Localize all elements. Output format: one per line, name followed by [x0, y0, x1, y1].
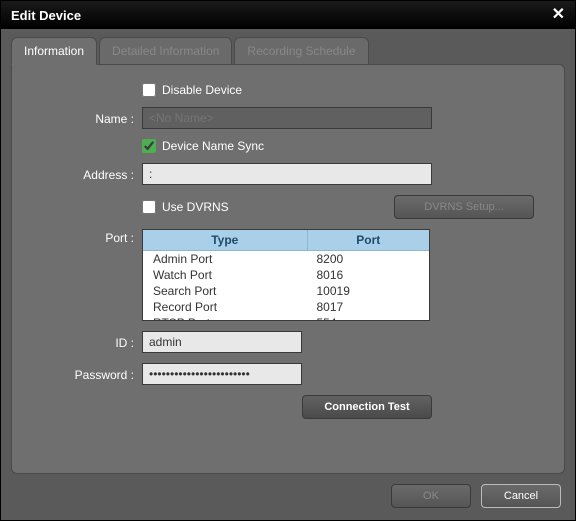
tab-information[interactable]: Information [11, 37, 97, 65]
port-row-port: 8017 [307, 299, 430, 315]
port-row-type: Watch Port [143, 267, 307, 283]
port-row-type: RTSP Port [143, 315, 307, 320]
address-input[interactable] [142, 163, 432, 185]
port-header-type[interactable]: Type [143, 230, 308, 250]
disable-device-input[interactable] [142, 83, 156, 97]
use-dvrns-label: Use DVRNS [162, 200, 229, 214]
table-row[interactable]: RTSP Port 554 [143, 315, 429, 320]
close-icon[interactable]: ✕ [552, 7, 565, 23]
port-header-port[interactable]: Port [308, 230, 429, 250]
disable-device-checkbox[interactable]: Disable Device [142, 83, 242, 97]
table-row[interactable]: Search Port 10019 [143, 283, 429, 299]
device-name-sync-label: Device Name Sync [162, 139, 264, 153]
use-dvrns-input[interactable] [142, 200, 156, 214]
port-row-port: 8016 [307, 267, 430, 283]
edit-device-dialog: Edit Device ✕ Information Detailed Infor… [0, 0, 576, 521]
port-table-header: Type Port [143, 230, 429, 251]
dialog-footer: OK Cancel [1, 474, 575, 520]
tab-detailed-information[interactable]: Detailed Information [99, 37, 232, 65]
name-input[interactable] [142, 107, 432, 129]
port-table: Type Port Admin Port 8200 Watch Port 801… [142, 229, 430, 321]
port-row-port: 8200 [307, 251, 430, 267]
port-row-type: Admin Port [143, 251, 307, 267]
id-label: ID : [22, 334, 142, 350]
password-label: Password : [22, 366, 142, 382]
port-table-body[interactable]: Admin Port 8200 Watch Port 8016 Search P… [143, 251, 429, 320]
dialog-body: Information Detailed Information Recordi… [1, 29, 575, 474]
ok-button[interactable]: OK [391, 484, 471, 508]
disable-device-label: Disable Device [162, 83, 242, 97]
titlebar: Edit Device ✕ [1, 1, 575, 29]
connection-test-button[interactable]: Connection Test [302, 395, 432, 419]
table-row[interactable]: Record Port 8017 [143, 299, 429, 315]
dialog-title: Edit Device [11, 8, 81, 23]
port-label: Port : [22, 229, 142, 245]
port-row-port: 10019 [307, 283, 430, 299]
device-name-sync-input[interactable] [142, 139, 156, 153]
tab-strip: Information Detailed Information Recordi… [11, 37, 565, 65]
use-dvrns-checkbox[interactable]: Use DVRNS [142, 200, 229, 214]
port-row-port: 554 [307, 315, 430, 320]
device-name-sync-checkbox[interactable]: Device Name Sync [142, 139, 264, 153]
password-input[interactable] [142, 363, 302, 385]
information-panel: Disable Device Name : Device Name Sync [11, 64, 565, 474]
table-row[interactable]: Admin Port 8200 [143, 251, 429, 267]
table-row[interactable]: Watch Port 8016 [143, 267, 429, 283]
tab-recording-schedule[interactable]: Recording Schedule [234, 37, 368, 65]
cancel-button[interactable]: Cancel [481, 484, 561, 508]
port-row-type: Record Port [143, 299, 307, 315]
dvrns-setup-button[interactable]: DVRNS Setup... [394, 195, 534, 219]
id-input[interactable] [142, 331, 302, 353]
address-label: Address : [22, 166, 142, 182]
name-label: Name : [22, 110, 142, 126]
port-row-type: Search Port [143, 283, 307, 299]
